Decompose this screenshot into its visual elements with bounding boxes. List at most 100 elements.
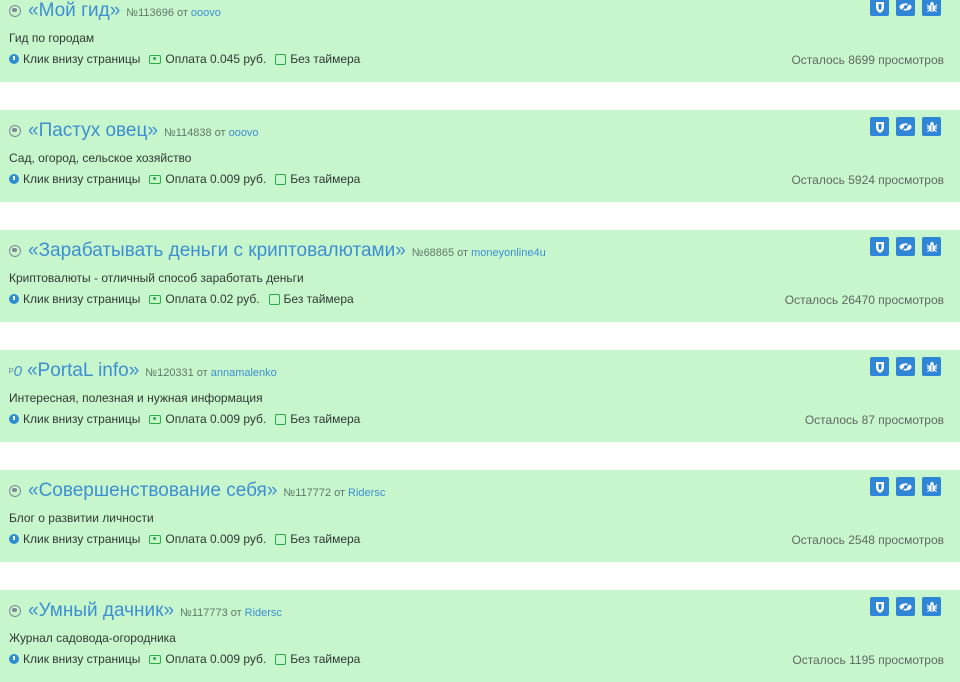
- task-description: Интересная, полезная и нужная информация: [9, 391, 263, 405]
- shield-button[interactable]: [870, 477, 889, 496]
- timer-label: Без таймера: [283, 292, 354, 306]
- timer-label: Без таймера: [290, 412, 361, 426]
- from-label: от: [457, 247, 469, 259]
- task-number: №117772: [283, 487, 332, 499]
- report-bug-button[interactable]: [922, 357, 941, 376]
- task-title-row: «Пастух овец» №114838 от ooovo: [9, 120, 259, 142]
- shield-button[interactable]: [870, 597, 889, 616]
- eye-slash-icon: [899, 121, 912, 132]
- from-label: от: [196, 367, 208, 379]
- task-meta: Клик внизу страницы Оплата 0.045 руб. Бе…: [9, 52, 369, 66]
- hide-button[interactable]: [896, 477, 915, 496]
- eye-slash-icon: [899, 241, 912, 252]
- task-number: №68865: [411, 247, 455, 259]
- payment: Оплата 0.02 руб.: [149, 292, 260, 306]
- payment-label: Оплата 0.009 руб.: [165, 172, 267, 186]
- task-description: Криптовалюты - отличный способ заработат…: [9, 271, 304, 285]
- shield-button[interactable]: [870, 237, 889, 256]
- shield-icon: [875, 601, 884, 613]
- timer-label: Без таймера: [290, 172, 361, 186]
- shield-button[interactable]: [870, 0, 889, 16]
- task-actions: [870, 597, 941, 616]
- globe-icon: [9, 245, 21, 257]
- shield-icon: [875, 1, 884, 13]
- author-link[interactable]: ooovo: [191, 7, 221, 19]
- timer: Без таймера: [275, 52, 360, 66]
- task-card: ᴾ0 «PortaL info» №120331 от annamalenko …: [0, 350, 960, 442]
- author-link[interactable]: moneyonline4u: [471, 247, 546, 259]
- payment-label: Оплата 0.045 руб.: [165, 52, 267, 66]
- shield-button[interactable]: [870, 357, 889, 376]
- shield-icon: [875, 241, 884, 253]
- task-meta: Клик внизу страницы Оплата 0.009 руб. Бе…: [9, 412, 369, 426]
- hide-button[interactable]: [896, 237, 915, 256]
- clock-icon: [9, 54, 19, 64]
- task-actions: [870, 237, 941, 256]
- bug-icon: [926, 601, 937, 612]
- hide-button[interactable]: [896, 597, 915, 616]
- author-link[interactable]: annamalenko: [211, 367, 277, 379]
- task-meta: Клик внизу страницы Оплата 0.009 руб. Бе…: [9, 652, 369, 666]
- task-meta: Клик внизу страницы Оплата 0.009 руб. Бе…: [9, 172, 369, 186]
- eye-slash-icon: [899, 1, 912, 12]
- click-type: Клик внизу страницы: [9, 532, 140, 546]
- task-title-link[interactable]: «Зарабатывать деньги с криптовалютами»: [28, 240, 406, 262]
- shield-icon: [875, 121, 884, 133]
- author-link[interactable]: Ridersc: [245, 607, 282, 619]
- task-description: Блог о развитии личности: [9, 511, 154, 525]
- timer-icon: [275, 653, 287, 665]
- timer: Без таймера: [275, 412, 360, 426]
- task-card: «Умный дачник» №117773 от Ridersc Журнал…: [0, 590, 960, 682]
- globe-icon: [9, 5, 21, 17]
- task-actions: [870, 117, 941, 136]
- views-remaining: Осталось 87 просмотров: [804, 413, 944, 427]
- hide-button[interactable]: [896, 117, 915, 136]
- click-type-label: Клик внизу страницы: [23, 652, 141, 666]
- task-title-link[interactable]: «Мой гид»: [28, 0, 120, 22]
- shield-icon: [875, 481, 884, 493]
- money-icon: [149, 174, 162, 184]
- task-title-link[interactable]: «Пастух овец»: [28, 120, 158, 142]
- timer: Без таймера: [275, 532, 360, 546]
- task-number: №117773: [180, 607, 228, 619]
- bug-icon: [926, 1, 937, 12]
- task-description: Сад, огород, сельское хозяйство: [9, 151, 192, 165]
- clock-icon: [9, 174, 19, 184]
- shield-icon: [875, 361, 884, 373]
- views-remaining: Осталось 5924 просмотров: [791, 173, 944, 187]
- views-remaining: Осталось 1195 просмотров: [792, 653, 944, 667]
- task-number: №113696: [126, 7, 174, 19]
- views-remaining: Осталось 26470 просмотров: [784, 293, 944, 307]
- click-type-label: Клик внизу страницы: [23, 292, 141, 306]
- report-bug-button[interactable]: [922, 597, 941, 616]
- author-link[interactable]: ooovo: [229, 127, 259, 139]
- task-title-link[interactable]: «Умный дачник»: [28, 600, 174, 622]
- report-bug-button[interactable]: [922, 237, 941, 256]
- hide-button[interactable]: [896, 0, 915, 16]
- timer-icon: [275, 173, 287, 185]
- report-bug-button[interactable]: [922, 0, 941, 16]
- timer-icon: [275, 413, 287, 425]
- report-bug-button[interactable]: [922, 477, 941, 496]
- from-label: от: [214, 127, 226, 139]
- payment: Оплата 0.009 руб.: [149, 412, 266, 426]
- task-actions: [870, 0, 941, 16]
- payment: Оплата 0.009 руб.: [149, 532, 266, 546]
- globe-icon: [9, 605, 21, 617]
- task-title-link[interactable]: «Совершенствование себя»: [28, 480, 277, 502]
- click-type-label: Клик внизу страницы: [23, 412, 141, 426]
- click-type: Клик внизу страницы: [9, 52, 140, 66]
- timer: Без таймера: [268, 292, 354, 306]
- hide-button[interactable]: [896, 357, 915, 376]
- click-type-label: Клик внизу страницы: [23, 172, 141, 186]
- timer-icon: [275, 53, 287, 65]
- payment-label: Оплата 0.009 руб.: [165, 412, 267, 426]
- author-link[interactable]: Ridersc: [348, 487, 385, 499]
- eye-slash-icon: [899, 361, 912, 372]
- shield-button[interactable]: [870, 117, 889, 136]
- bug-icon: [926, 481, 937, 492]
- task-title-link[interactable]: «PortaL info»: [27, 360, 139, 382]
- eye-slash-icon: [899, 601, 912, 612]
- report-bug-button[interactable]: [922, 117, 941, 136]
- click-type: Клик внизу страницы: [9, 292, 140, 306]
